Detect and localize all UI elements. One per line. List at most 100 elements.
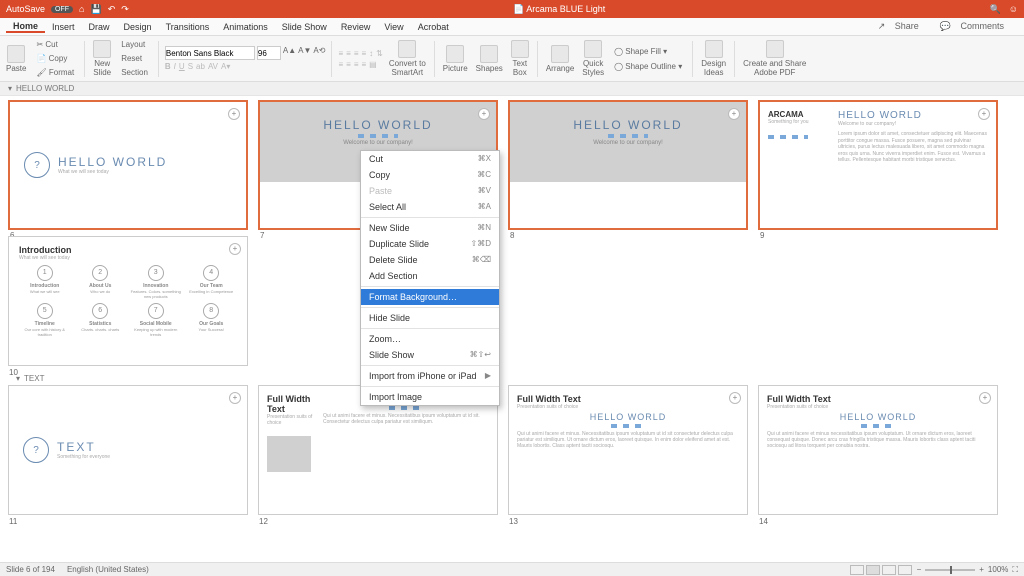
ctx-copy[interactable]: Copy⌘C bbox=[361, 167, 499, 183]
ideas-icon[interactable] bbox=[705, 40, 723, 58]
new-slide-icon[interactable] bbox=[93, 40, 111, 58]
save-icon[interactable]: 💾 bbox=[90, 4, 101, 15]
font-color-icon[interactable]: A▾ bbox=[221, 62, 230, 71]
sorter-view-icon[interactable] bbox=[866, 565, 880, 575]
plus-icon[interactable]: + bbox=[728, 108, 740, 120]
tab-animations[interactable]: Animations bbox=[216, 22, 275, 32]
cut-button[interactable]: ✂ Cut bbox=[32, 38, 78, 51]
plus-icon[interactable]: + bbox=[229, 392, 241, 404]
ctx-format-background[interactable]: Format Background… bbox=[361, 289, 499, 305]
plus-icon[interactable]: + bbox=[729, 392, 741, 404]
plus-icon[interactable]: + bbox=[979, 392, 991, 404]
tab-home[interactable]: Home bbox=[6, 21, 45, 33]
slide-8[interactable]: + HELLO WORLD Welcome to our company! 8 bbox=[508, 100, 748, 230]
tab-slideshow[interactable]: Slide Show bbox=[275, 22, 334, 32]
adobe-icon[interactable] bbox=[766, 40, 784, 58]
plus-icon[interactable]: + bbox=[228, 108, 240, 120]
ctx-delete[interactable]: Delete Slide⌘⌫ bbox=[361, 252, 499, 268]
search-icon[interactable]: 🔍 bbox=[990, 4, 1001, 15]
tab-review[interactable]: Review bbox=[334, 22, 378, 32]
plus-icon[interactable]: + bbox=[978, 108, 990, 120]
slideshow-view-icon[interactable] bbox=[898, 565, 912, 575]
tab-transitions[interactable]: Transitions bbox=[159, 22, 217, 32]
ctx-hide-slide[interactable]: Hide Slide bbox=[361, 310, 499, 326]
copy-button[interactable]: 📄 Copy bbox=[32, 52, 78, 65]
reading-view-icon[interactable] bbox=[882, 565, 896, 575]
smartart-icon[interactable] bbox=[398, 40, 416, 58]
slide-6[interactable]: + ? HELLO WORLD What we will see today 6 bbox=[8, 100, 248, 230]
clear-format-icon[interactable]: A⟲ bbox=[313, 46, 325, 60]
spacing-icon[interactable]: AV bbox=[208, 62, 218, 71]
adobe-pdf-button[interactable]: Create and Share Adobe PDF bbox=[743, 59, 806, 77]
fit-icon[interactable]: ⛶ bbox=[1012, 565, 1018, 575]
font-size[interactable] bbox=[257, 46, 281, 60]
tab-draw[interactable]: Draw bbox=[82, 22, 117, 32]
tab-design[interactable]: Design bbox=[117, 22, 159, 32]
ctx-import-iphone[interactable]: Import from iPhone or iPad▶ bbox=[361, 368, 499, 384]
reset-button[interactable]: Reset bbox=[117, 52, 152, 65]
picture-button[interactable]: Picture bbox=[443, 64, 468, 73]
slide-14[interactable]: + Full Width Text Presentation suits of … bbox=[758, 385, 998, 515]
picture-icon[interactable] bbox=[446, 45, 464, 63]
columns-icon[interactable]: ▤ bbox=[369, 60, 377, 69]
strike-icon[interactable]: S bbox=[188, 62, 193, 71]
paste-button[interactable]: Paste bbox=[6, 64, 26, 73]
font-select[interactable] bbox=[165, 46, 255, 60]
underline-icon[interactable]: U bbox=[179, 62, 185, 71]
quickstyles-icon[interactable] bbox=[584, 40, 602, 58]
shape-outline[interactable]: ◯ Shape Outline ▾ bbox=[610, 60, 686, 73]
zoom-in-icon[interactable]: + bbox=[979, 565, 984, 574]
numbering-icon[interactable]: ≡ bbox=[346, 49, 351, 58]
slide-10[interactable]: + Introduction What we will see today 1I… bbox=[8, 236, 248, 366]
convert-smartart[interactable]: Convert to SmartArt bbox=[389, 59, 426, 77]
dec-font-icon[interactable]: A▼ bbox=[298, 46, 311, 60]
align-just-icon[interactable]: ≡ bbox=[361, 60, 366, 69]
arrange-button[interactable]: Arrange bbox=[546, 64, 574, 73]
plus-icon[interactable]: + bbox=[478, 108, 490, 120]
ctx-zoom[interactable]: Zoom… bbox=[361, 331, 499, 347]
align-left-icon[interactable]: ≡ bbox=[338, 60, 343, 69]
slide-9[interactable]: + ARCAMA Something for you HELLO WORLD W… bbox=[758, 100, 998, 230]
new-slide-button[interactable]: New Slide bbox=[93, 59, 111, 77]
ctx-add-section[interactable]: Add Section bbox=[361, 268, 499, 284]
zoom-slider[interactable] bbox=[925, 569, 975, 571]
autosave-toggle[interactable]: OFF bbox=[51, 6, 73, 13]
comments-button[interactable]: 💬 Comments bbox=[933, 21, 1018, 32]
paste-icon[interactable] bbox=[7, 45, 25, 63]
bullets-icon[interactable]: ≡ bbox=[338, 49, 343, 58]
section-text[interactable]: ▾TEXT bbox=[8, 372, 1016, 385]
align-center-icon[interactable]: ≡ bbox=[346, 60, 351, 69]
inc-font-icon[interactable]: A▲ bbox=[283, 46, 296, 60]
ctx-slideshow[interactable]: Slide Show⌘⇧↩ bbox=[361, 347, 499, 363]
align-right-icon[interactable]: ≡ bbox=[354, 60, 359, 69]
design-ideas[interactable]: Design Ideas bbox=[701, 59, 726, 77]
italic-icon[interactable]: I bbox=[174, 62, 176, 71]
tab-view[interactable]: View bbox=[377, 22, 410, 32]
ctx-select-all[interactable]: Select All⌘A bbox=[361, 199, 499, 215]
text-dir-icon[interactable]: ⇅ bbox=[376, 49, 383, 58]
shapes-icon[interactable] bbox=[480, 45, 498, 63]
line-spacing-icon[interactable]: ↕ bbox=[369, 49, 373, 58]
shadow-icon[interactable]: ab bbox=[196, 62, 205, 71]
ctx-cut[interactable]: Cut⌘X bbox=[361, 151, 499, 167]
plus-icon[interactable]: + bbox=[229, 243, 241, 255]
tab-acrobat[interactable]: Acrobat bbox=[411, 22, 456, 32]
slide-11[interactable]: + ? TEXT Something for everyone 11 bbox=[8, 385, 248, 515]
account-icon[interactable]: ☺ bbox=[1009, 4, 1018, 15]
tab-insert[interactable]: Insert bbox=[45, 22, 82, 32]
slide-13[interactable]: + Full Width Text Presentation suits of … bbox=[508, 385, 748, 515]
ctx-duplicate[interactable]: Duplicate Slide⇧⌘D bbox=[361, 236, 499, 252]
section-hello-world[interactable]: ▾HELLO WORLD bbox=[0, 82, 1024, 96]
bold-icon[interactable]: B bbox=[165, 62, 171, 71]
indent-inc-icon[interactable]: ≡ bbox=[361, 49, 366, 58]
layout-button[interactable]: Layout bbox=[117, 38, 152, 51]
share-button[interactable]: ↗ Share bbox=[871, 21, 933, 32]
textbox-button[interactable]: Text Box bbox=[512, 59, 527, 77]
quickstyles-button[interactable]: Quick Styles bbox=[582, 59, 604, 77]
redo-icon[interactable]: ↷ bbox=[121, 4, 129, 15]
undo-icon[interactable]: ↶ bbox=[108, 4, 116, 15]
arrange-icon[interactable] bbox=[551, 45, 569, 63]
home-icon[interactable]: ⌂ bbox=[79, 4, 84, 14]
ctx-new-slide[interactable]: New Slide⌘N bbox=[361, 220, 499, 236]
zoom-out-icon[interactable]: − bbox=[917, 565, 922, 574]
